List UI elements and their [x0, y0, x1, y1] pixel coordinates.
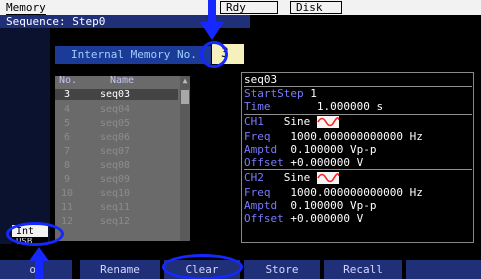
- list-item[interactable]: 3 seq03: [55, 89, 178, 100]
- list-col-no: No.: [58, 75, 78, 86]
- ch2-amptd-label: Amptd: [244, 199, 278, 212]
- page-title: Memory: [6, 1, 46, 15]
- ch2-wave: Sine: [283, 171, 311, 184]
- ch2-amptd-value: 0.100000 Vp-p: [290, 199, 377, 212]
- instrument-screen: Memory Rdy Disk Sequence: Step0 Internal…: [0, 0, 481, 279]
- dialog-title: Internal Memory No.: [55, 46, 211, 64]
- ch1-freq-value: 1000.000000000000 Hz: [290, 130, 423, 143]
- list-item[interactable]: 8 seq08: [55, 160, 178, 171]
- softkey-recall[interactable]: Recall: [324, 260, 402, 279]
- status-rdy: Rdy: [220, 1, 278, 14]
- list-item[interactable]: 6 seq06: [55, 132, 178, 143]
- list-item[interactable]: 4 seq04: [55, 104, 178, 115]
- softkey-blank[interactable]: [406, 260, 481, 279]
- ch1-amptd-label: Amptd: [244, 143, 278, 156]
- time-value: 1.000000 s: [316, 100, 384, 113]
- arrow-up-icon: [29, 247, 49, 279]
- softkey-store[interactable]: Store: [244, 260, 320, 279]
- highlight-ellipse-int: [6, 222, 64, 246]
- ch2-freq-label: Freq: [244, 186, 271, 199]
- highlight-ellipse-clear: [162, 254, 243, 279]
- list-item[interactable]: 12 seq12: [55, 216, 178, 227]
- ch1-wave: Sine: [283, 115, 311, 128]
- divider: [244, 169, 472, 170]
- list-col-name: Name: [109, 75, 135, 86]
- triangle-up-icon[interactable]: ▲: [180, 76, 190, 86]
- list-item[interactable]: 9 seq09: [55, 174, 178, 185]
- header-bar: Memory Rdy Disk: [0, 0, 481, 15]
- ch2-freq-value: 1000.000000000000 Hz: [290, 186, 423, 199]
- start-step-value: 1: [310, 87, 317, 100]
- detail-name: seq03: [244, 73, 278, 86]
- list-item[interactable]: 5 seq05: [55, 118, 178, 129]
- ch2-offset-label: Offset: [244, 212, 284, 225]
- ch2-label: CH2: [244, 171, 264, 184]
- list-item[interactable]: 11 seq11: [55, 202, 178, 213]
- softkey-rename[interactable]: Rename: [80, 260, 160, 279]
- arrow-down-icon: [200, 0, 224, 40]
- ch1-amptd-value: 0.100000 Vp-p: [290, 143, 377, 156]
- time-label: Time: [244, 100, 271, 113]
- sine-wave-icon: [316, 116, 339, 128]
- left-pane: [0, 28, 50, 244]
- ch1-label: CH1: [244, 115, 264, 128]
- list-item[interactable]: 7 seq07: [55, 146, 178, 157]
- ch1-freq-label: Freq: [244, 130, 271, 143]
- status-disk: Disk: [290, 1, 342, 14]
- highlight-circle-number: [200, 41, 228, 68]
- ch1-offset-value: +0.000000 V: [290, 156, 364, 169]
- sine-wave-icon: [316, 172, 339, 184]
- list-item[interactable]: 10 seq10: [55, 188, 178, 199]
- start-step-label: StartStep: [244, 87, 304, 100]
- ch1-offset-label: Offset: [244, 156, 284, 169]
- ch2-offset-value: +0.000000 V: [290, 212, 364, 225]
- scrollbar-thumb[interactable]: [181, 90, 189, 104]
- sequence-line-right: [250, 15, 481, 28]
